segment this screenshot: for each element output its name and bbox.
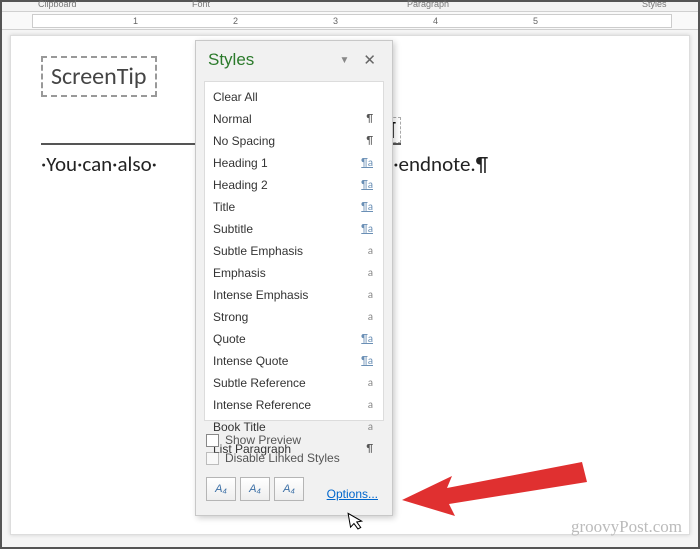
ribbon-group-font: Font xyxy=(192,0,210,9)
screentip-box: ScreenTip xyxy=(41,56,157,97)
style-row[interactable]: No Spacing¶ xyxy=(205,130,383,152)
watermark: groovyPost.com xyxy=(571,517,682,537)
style-type-icon: a xyxy=(368,241,373,261)
style-row[interactable]: Intense Quote¶a xyxy=(205,350,383,372)
style-type-icon: a xyxy=(368,307,373,327)
style-type-icon: a xyxy=(368,417,373,437)
style-row[interactable]: Title¶a xyxy=(205,196,383,218)
style-row[interactable]: Intense Emphasisa xyxy=(205,284,383,306)
style-type-icon: ¶ xyxy=(367,109,373,129)
style-type-icon: a xyxy=(368,395,373,415)
style-label: Intense Emphasis xyxy=(213,285,368,305)
style-label: Emphasis xyxy=(213,263,368,283)
pane-menu-button[interactable]: ▼ xyxy=(334,53,356,68)
style-row[interactable]: Subtle Referencea xyxy=(205,372,383,394)
style-label: Intense Quote xyxy=(213,351,361,371)
ribbon-group-styles: Styles xyxy=(642,0,667,9)
style-row[interactable]: Emphasisa xyxy=(205,262,383,284)
style-label: Intense Reference xyxy=(213,395,368,415)
style-type-icon: ¶a xyxy=(361,351,373,371)
style-label: Strong xyxy=(213,307,368,327)
style-inspector-button[interactable]: A₄ xyxy=(240,477,270,501)
style-type-icon: a xyxy=(368,285,373,305)
style-row[interactable]: Clear All xyxy=(205,86,383,108)
checkbox-icon xyxy=(206,452,219,465)
style-label: Heading 2 xyxy=(213,175,361,195)
style-label: Clear All xyxy=(213,87,373,107)
style-row[interactable]: Quote¶a xyxy=(205,328,383,350)
style-type-icon: ¶a xyxy=(361,197,373,217)
style-type-icon: ¶a xyxy=(361,329,373,349)
style-row[interactable]: Normal¶ xyxy=(205,108,383,130)
style-row[interactable]: Intense Referencea xyxy=(205,394,383,416)
style-type-icon: a xyxy=(368,373,373,393)
style-type-icon: a xyxy=(368,263,373,283)
style-label: Subtle Emphasis xyxy=(213,241,368,261)
style-row[interactable]: Stronga xyxy=(205,306,383,328)
style-row[interactable]: Subtitle¶a xyxy=(205,218,383,240)
horizontal-ruler[interactable]: 1 2 3 4 5 xyxy=(2,12,698,30)
pane-close-button[interactable]: ✕ xyxy=(355,49,384,71)
styles-pane: Styles ▼ ✕ Clear AllNormal¶No Spacing¶He… xyxy=(195,40,393,516)
style-label: Subtitle xyxy=(213,219,361,239)
options-link[interactable]: Options... xyxy=(327,487,382,501)
ribbon-group-clipboard: Clipboard xyxy=(38,0,77,9)
style-label: Title xyxy=(213,197,361,217)
style-row[interactable]: Heading 1¶a xyxy=(205,152,383,174)
pane-title: Styles xyxy=(208,50,334,70)
style-type-icon: ¶ xyxy=(367,131,373,151)
style-row[interactable]: Heading 2¶a xyxy=(205,174,383,196)
manage-styles-button[interactable]: A₄ xyxy=(274,477,304,501)
style-row[interactable]: Subtle Emphasisa xyxy=(205,240,383,262)
new-style-button[interactable]: A₄ xyxy=(206,477,236,501)
style-label: Heading 1 xyxy=(213,153,361,173)
ribbon-bottom-edge: Clipboard Font Paragraph Styles xyxy=(2,2,698,12)
style-list: Clear AllNormal¶No Spacing¶Heading 1¶aHe… xyxy=(204,81,384,421)
style-label: Normal xyxy=(213,109,367,129)
ribbon-group-paragraph: Paragraph xyxy=(407,0,449,9)
style-label: Quote xyxy=(213,329,361,349)
style-type-icon: ¶ xyxy=(367,439,373,459)
style-type-icon: ¶a xyxy=(361,153,373,173)
style-type-icon: ¶a xyxy=(361,175,373,195)
style-type-icon: ¶a xyxy=(361,219,373,239)
checkbox-icon xyxy=(206,434,219,447)
style-label: No Spacing xyxy=(213,131,367,151)
style-label: Subtle Reference xyxy=(213,373,368,393)
